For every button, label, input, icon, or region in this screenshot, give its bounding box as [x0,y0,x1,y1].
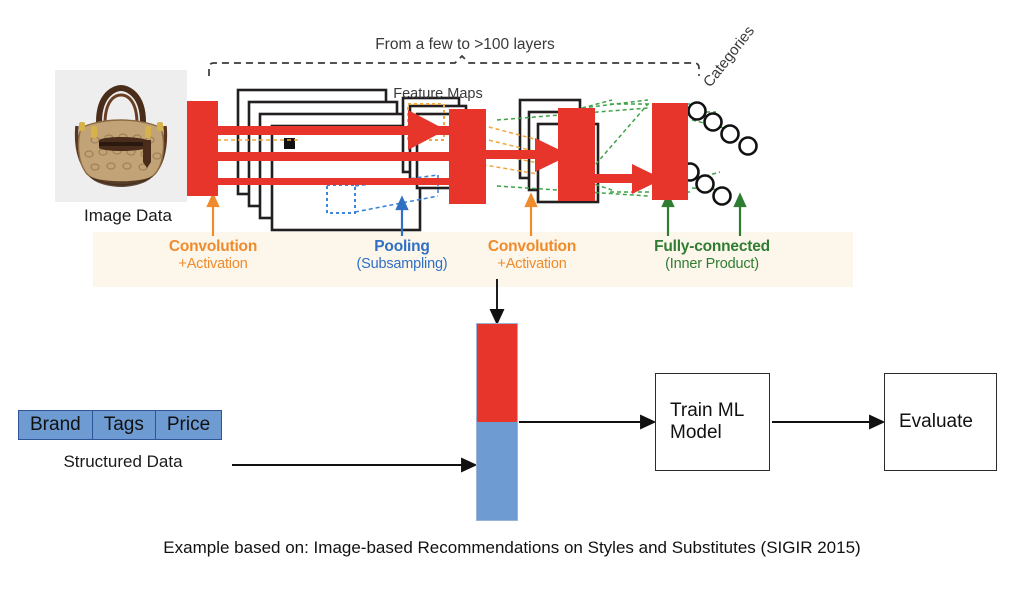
source-citation: Example based on: Image-based Recommenda… [163,538,861,557]
conv-block-1 [186,101,218,196]
train-box-line2: Model [670,422,722,443]
stage-label-convolution-1: Convolution +Activation [133,238,293,272]
evaluate-box-label: Evaluate [899,411,973,432]
pipeline-arrows [232,279,886,473]
table-cell-tags: Tags [91,410,156,440]
diagram-canvas: Image Data From a few to >100 layers Fea… [0,0,1024,600]
evaluate-box: Evaluate [884,373,997,471]
fc-block [652,103,688,200]
stage-label-line2: +Activation [497,255,567,272]
handbag-photo [55,70,187,202]
handbag-icon [55,70,187,202]
train-ml-model-box: Train ML Model [655,373,770,471]
stage-label-convolution-2: Convolution +Activation [452,238,612,272]
stage-label-line2: +Activation [178,255,248,272]
conv-block-2 [449,109,486,204]
pooling-projection [326,174,439,214]
table-cell-price: Price [154,410,223,440]
combined-feature-vector [476,323,518,521]
structured-data-table: Brand Tags Price [18,410,223,440]
image-data-caption: Image Data [84,206,172,225]
fully-connected-edges [496,99,727,197]
vector-image-features [477,324,517,422]
receptive-field-marker [284,138,295,149]
table-row: Brand Tags Price [18,410,223,440]
vector-structured-features [477,422,517,520]
feature-map-stack-1 [236,88,422,232]
table-cell-brand: Brand [18,410,93,440]
layers-range-label: From a few to >100 layers [375,36,555,53]
category-neurons [680,101,758,206]
structured-data-caption: Structured Data [63,452,183,471]
conv-block-3 [558,108,595,201]
stage-label-line1: Fully-connected [654,238,770,255]
train-box-line1: Train ML [670,400,745,421]
stage-label-line1: Convolution [487,238,577,255]
stage-label-line1: Convolution [168,238,258,255]
stage-label-line2: (Inner Product) [665,255,759,272]
layers-bracket [208,54,700,76]
stage-label-fully-connected: Fully-connected (Inner Product) [622,238,802,272]
feature-maps-label: Feature Maps [393,86,483,102]
categories-label: Categories [700,22,759,91]
